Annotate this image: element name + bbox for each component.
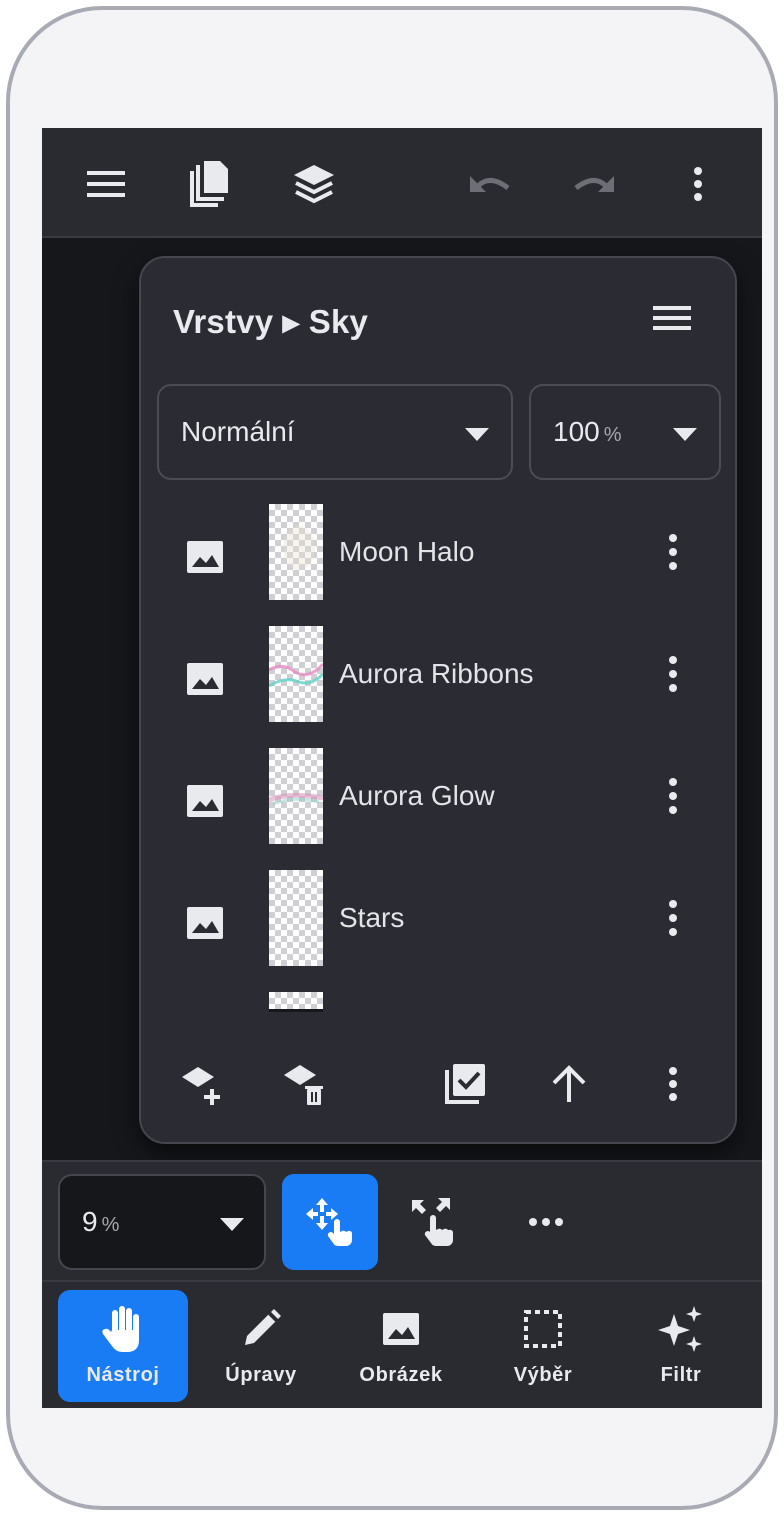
layers-button[interactable] [288, 158, 340, 210]
layer-row-partial[interactable] [141, 992, 735, 1014]
layer-row[interactable]: Moon Halo [141, 504, 735, 614]
image-icon [383, 1313, 419, 1345]
opacity-unit: % [603, 424, 622, 446]
more-vertical-icon [694, 167, 702, 201]
image-icon [187, 907, 223, 939]
layer-name: Aurora Glow [339, 780, 495, 811]
nav-icon-wrap [336, 1304, 466, 1354]
image-icon [187, 663, 223, 695]
nav-icon-wrap [58, 1304, 188, 1354]
move-up-icon [552, 1065, 586, 1102]
nav-item-edits[interactable]: Úpravy [196, 1290, 326, 1402]
more-vertical-icon[interactable] [655, 654, 691, 694]
blend-mode-select[interactable]: Normální [157, 384, 513, 480]
undo-icon [470, 176, 510, 192]
selection-icon [524, 1310, 562, 1348]
transform-tool-button[interactable] [386, 1174, 482, 1270]
layer-name: Aurora Ribbons [339, 658, 534, 689]
layer-thumbnail [269, 870, 323, 966]
redo-button[interactable] [568, 158, 620, 210]
menu-button[interactable] [80, 158, 132, 210]
panel-actions [141, 1058, 735, 1124]
nav-label: Úpravy [225, 1364, 297, 1386]
resize-touch-icon [412, 1198, 453, 1246]
chevron-down-icon [220, 1218, 244, 1231]
pencil-icon [245, 1309, 281, 1345]
undo-button[interactable] [464, 158, 516, 210]
image-icon [187, 785, 223, 817]
tool-options-bar: 9% [42, 1160, 762, 1280]
opacity-value: 100 [553, 416, 600, 447]
layer-row[interactable]: Stars [141, 870, 735, 980]
menu-icon [653, 306, 691, 330]
layer-row[interactable]: Aurora Glow [141, 748, 735, 858]
image-icon [187, 541, 223, 573]
more-vertical-icon[interactable] [655, 532, 691, 572]
move-layer-up-button[interactable] [543, 1058, 595, 1110]
zoom-value: 9 [82, 1206, 98, 1237]
move-touch-icon [306, 1198, 352, 1246]
layers-icon [294, 165, 334, 204]
layer-row[interactable]: Aurora Ribbons [141, 626, 735, 736]
sparkle-icon [658, 1306, 702, 1352]
top-toolbar [42, 128, 762, 238]
layer-thumbnail [269, 992, 323, 1012]
redo-icon [574, 176, 614, 192]
pages-icon [190, 161, 228, 207]
overflow-menu-button[interactable] [672, 158, 724, 210]
layer-thumbnail [269, 748, 323, 844]
opacity-select[interactable]: 100% [529, 384, 721, 480]
nav-label: Filtr [660, 1364, 702, 1386]
layer-thumbnail [269, 504, 323, 600]
more-horizontal-icon [529, 1218, 563, 1226]
chevron-down-icon [673, 428, 697, 441]
layer-name: Moon Halo [339, 536, 475, 567]
panel-title: Vrstvy ▸ Sky [173, 303, 369, 340]
nav-icon-wrap [478, 1304, 608, 1354]
layer-thumbnail [269, 626, 323, 722]
device-frame: Vrstvy ▸ Sky Normální 100% Moon Halo Aur… [6, 6, 778, 1510]
nav-item-filter[interactable]: Filtr [616, 1290, 746, 1402]
bottom-navigation: Nástroj Úpravy Obrázek Výběr Filtr [42, 1280, 762, 1408]
nav-label: Výběr [513, 1364, 573, 1386]
move-tool-button[interactable] [282, 1174, 378, 1270]
add-layer-icon [182, 1067, 220, 1105]
panel-more-button[interactable] [647, 1058, 699, 1110]
thumbnail-art [269, 662, 323, 688]
select-layers-button[interactable] [439, 1058, 491, 1110]
zoom-unit: % [101, 1214, 120, 1236]
layers-panel: Vrstvy ▸ Sky Normální 100% Moon Halo Aur… [139, 256, 737, 1144]
layer-name: Stars [339, 902, 405, 933]
nav-icon-wrap [616, 1304, 746, 1354]
nav-icon-wrap [196, 1304, 326, 1354]
delete-layer-icon [284, 1065, 323, 1105]
hand-icon [102, 1306, 139, 1352]
zoom-select[interactable]: 9% [58, 1174, 266, 1270]
chevron-down-icon [465, 428, 489, 441]
panel-menu-button[interactable] [653, 304, 697, 344]
pages-button[interactable] [182, 158, 234, 210]
menu-icon [87, 171, 125, 197]
add-layer-button[interactable] [177, 1058, 229, 1110]
more-vertical-icon [669, 1067, 677, 1101]
nav-label: Nástroj [86, 1364, 160, 1386]
opacity-field: 100% [553, 416, 622, 448]
more-vertical-icon[interactable] [655, 776, 691, 816]
blend-mode-value: Normální [181, 416, 295, 447]
nav-item-image[interactable]: Obrázek [336, 1290, 466, 1402]
more-tools-button[interactable] [498, 1174, 594, 1270]
app-screen: Vrstvy ▸ Sky Normální 100% Moon Halo Aur… [42, 128, 762, 1408]
delete-layer-button[interactable] [279, 1058, 331, 1110]
select-layers-icon [445, 1064, 485, 1104]
nav-item-tool[interactable]: Nástroj [58, 1290, 188, 1402]
thumbnail-art [283, 526, 315, 570]
nav-label: Obrázek [359, 1364, 443, 1386]
thumbnail-art [269, 792, 323, 806]
zoom-field: 9% [82, 1206, 119, 1238]
more-vertical-icon[interactable] [655, 898, 691, 938]
nav-item-selection[interactable]: Výběr [478, 1290, 608, 1402]
